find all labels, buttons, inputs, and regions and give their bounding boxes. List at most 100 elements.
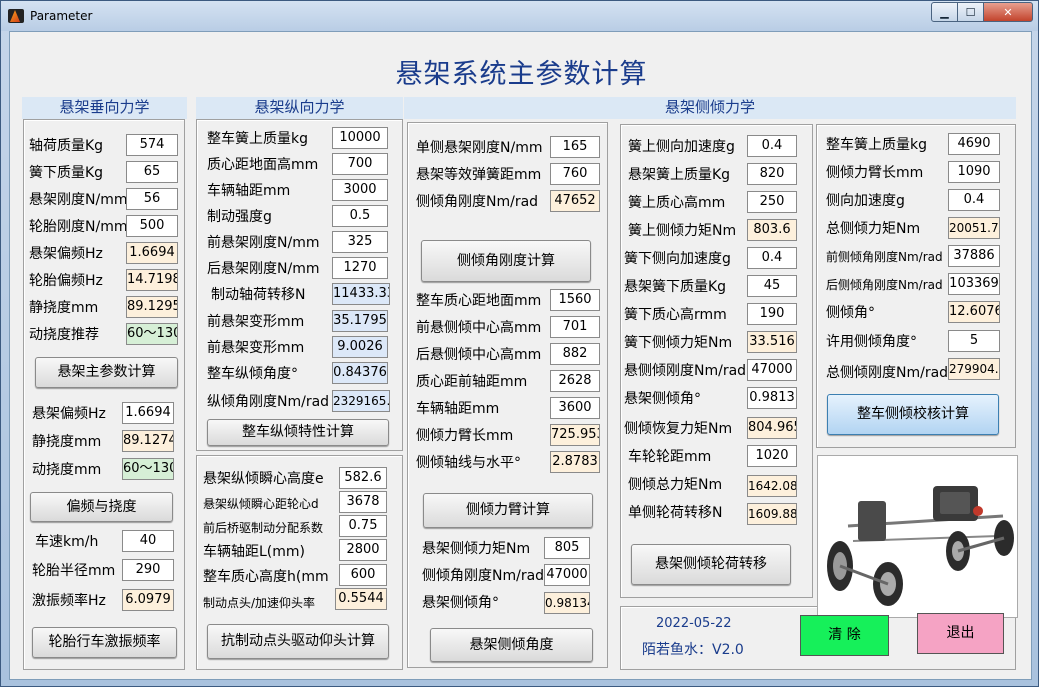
lat2-input-2[interactable]: 820: [747, 163, 797, 185]
long2-input-1[interactable]: 582.6: [339, 467, 387, 489]
lat1b-input-2[interactable]: 701: [550, 316, 600, 338]
long2-input-4[interactable]: 2800: [339, 539, 387, 561]
exit-button[interactable]: 退出: [917, 613, 1004, 654]
lat2-label-12: 车轮轮距mm: [628, 449, 712, 465]
lat3-label-4: 总侧倾力矩Nm: [826, 221, 921, 237]
lat1-label-3: 侧倾角刚度Nm/rad: [416, 194, 539, 210]
lat3-input-5[interactable]: 37886: [948, 245, 1000, 267]
lat3-label-1: 整车簧上质量kg: [826, 137, 927, 153]
maximize-icon: ☐: [965, 5, 976, 19]
app-window: Parameter ▁ ☐ ✕ 悬架系统主参数计算 悬架垂向力学 悬架纵向力学 …: [0, 0, 1039, 687]
vert-output-1: 1.6694: [126, 242, 178, 264]
vert2-input-1[interactable]: 1.6694: [122, 402, 174, 424]
lat2-label-2: 悬架簧上质量Kg: [628, 167, 731, 183]
clear-button[interactable]: 清 除: [800, 615, 889, 656]
long-input-1[interactable]: 10000: [332, 127, 388, 149]
long-input-2[interactable]: 700: [332, 153, 388, 175]
long2-input-5[interactable]: 600: [339, 564, 387, 586]
long2-output-6: 0.5544: [335, 588, 387, 610]
lat2-input-12[interactable]: 1020: [747, 445, 797, 467]
longitudinal-calc-button[interactable]: 整车纵倾特性计算: [207, 419, 389, 446]
lat2-input-3[interactable]: 250: [747, 191, 797, 213]
lat3-input-6[interactable]: 103369: [948, 273, 1000, 295]
lat2-input-9[interactable]: 47000: [747, 359, 797, 381]
lat2-output-14: 1609.883: [747, 503, 797, 525]
lat2-input-6[interactable]: 45: [747, 275, 797, 297]
lat1c-label-3: 悬架侧倾角°: [422, 595, 499, 611]
lat2-label-11: 侧倾恢复力矩Nm: [624, 421, 733, 437]
long2-label-6: 制动点头/加速仰头率: [203, 596, 316, 610]
long2-input-3[interactable]: 0.75: [339, 515, 387, 537]
long-input-6[interactable]: 1270: [332, 257, 388, 279]
vert3-input-1[interactable]: 40: [122, 530, 174, 552]
vert-output-4: 60～130: [126, 323, 178, 345]
long2-label-3: 前后桥驱制动分配系数: [203, 521, 324, 535]
vert3-label-3: 激振频率Hz: [32, 593, 106, 609]
minimize-button[interactable]: ▁: [931, 2, 958, 22]
vert3-output-3: 6.0979: [122, 589, 174, 611]
long-output-10: 0.84376: [332, 362, 388, 384]
vert-input-2[interactable]: 65: [126, 161, 178, 183]
long-input-5[interactable]: 325: [332, 231, 388, 253]
lat2-input-7[interactable]: 190: [747, 303, 797, 325]
vert2-label-1: 悬架偏频Hz: [32, 406, 106, 422]
roll-stiffness-calc-button[interactable]: 侧倾角刚度计算: [421, 240, 591, 282]
section-longitudinal: 悬架纵向力学: [196, 97, 403, 119]
lat1-label-2: 悬架等效弹簧距mm: [416, 167, 542, 183]
lat2-label-9: 悬侧倾刚度Nm/rad: [624, 363, 746, 379]
lat3-label-3: 侧向加速度g: [826, 193, 905, 209]
page-title: 悬架系统主参数计算: [395, 59, 648, 90]
maximize-button[interactable]: ☐: [957, 2, 984, 22]
lat3-label-7: 侧倾角°: [826, 305, 875, 321]
vert3-input-2[interactable]: 290: [122, 559, 174, 581]
lat2-output-11: 804.965: [747, 417, 797, 439]
vert-input-3[interactable]: 56: [126, 188, 178, 210]
long-input-3[interactable]: 3000: [332, 179, 388, 201]
vehicle-roll-check-button[interactable]: 整车侧倾校核计算: [827, 394, 999, 435]
vert-input-1[interactable]: 574: [126, 134, 178, 156]
vert-input-4[interactable]: 500: [126, 215, 178, 237]
vert2-label-2: 静挠度mm: [32, 434, 102, 450]
matlab-app-icon: [8, 9, 24, 23]
lat3-input-8[interactable]: 5: [948, 330, 1000, 352]
lat2-label-8: 簧下侧倾力矩Nm: [624, 335, 733, 351]
lat3-input-3[interactable]: 0.4: [948, 189, 1000, 211]
long2-input-2[interactable]: 3678: [339, 491, 387, 513]
lat2-label-3: 簧上质心高mm: [628, 195, 726, 211]
lat2-label-14: 单侧轮荷转移N: [628, 505, 723, 521]
close-button[interactable]: ✕: [983, 2, 1033, 22]
tire-excitation-button[interactable]: 轮胎行车激振频率: [32, 627, 177, 658]
lat1c-input-1[interactable]: 805: [544, 537, 590, 559]
lat2-label-10: 悬架侧倾角°: [624, 391, 701, 407]
lat2-input-5[interactable]: 0.4: [747, 247, 797, 269]
lat1b-output-6: 725.953: [550, 424, 600, 446]
window-title: Parameter: [30, 9, 93, 23]
vert2-label-3: 动挠度mm: [32, 462, 102, 478]
vert-label-7: 静挠度mm: [29, 300, 99, 316]
lat3-input-2[interactable]: 1090: [948, 161, 1000, 183]
roll-arm-calc-button[interactable]: 侧倾力臂计算: [423, 493, 593, 528]
long-input-4[interactable]: 0.5: [332, 205, 388, 227]
anti-dive-squat-button[interactable]: 抗制动点头驱动仰头计算: [207, 624, 389, 659]
roll-load-transfer-button[interactable]: 悬架侧倾轮荷转移: [631, 544, 791, 585]
lat1-input-1[interactable]: 165: [550, 136, 600, 158]
lat3-input-1[interactable]: 4690: [948, 133, 1000, 155]
suspension-main-calc-button[interactable]: 悬架主参数计算: [35, 357, 178, 388]
lat1c-output-3: 0.98134: [544, 592, 590, 614]
frequency-deflection-button[interactable]: 偏频与挠度: [30, 492, 173, 522]
vert-label-4: 轮胎刚度N/mm: [29, 219, 128, 235]
lat1b-input-5[interactable]: 3600: [550, 397, 600, 419]
roll-angle-button[interactable]: 悬架侧倾角度: [430, 628, 593, 662]
long-label-11: 纵倾角刚度Nm/rad: [207, 394, 330, 410]
lat1c-input-2[interactable]: 47000: [544, 564, 590, 586]
section-vertical: 悬架垂向力学: [22, 97, 187, 119]
title-bar[interactable]: Parameter ▁ ☐ ✕: [1, 1, 1038, 31]
lat1b-input-3[interactable]: 882: [550, 343, 600, 365]
suspension-chassis-image: [817, 455, 1018, 618]
lat1b-input-4[interactable]: 2628: [550, 370, 600, 392]
lat2-input-1[interactable]: 0.4: [747, 135, 797, 157]
lat1-input-2[interactable]: 760: [550, 163, 600, 185]
lat1-label-1: 单侧悬架刚度N/mm: [416, 140, 543, 156]
lat1b-input-1[interactable]: 1560: [550, 289, 600, 311]
long-output-11: 2329165.3: [332, 390, 390, 412]
